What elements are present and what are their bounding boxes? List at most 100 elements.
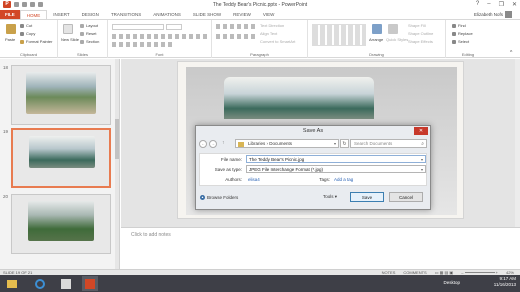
- save-type-value: JPEG File Interchange Format (*.jpg): [249, 167, 324, 172]
- clock-date: 11/16/2013: [493, 282, 516, 287]
- align-text-button[interactable]: Align Text: [260, 31, 277, 36]
- layout-button[interactable]: Layout: [80, 23, 98, 28]
- dialog-close-button[interactable]: ✕: [414, 127, 428, 135]
- tab-review[interactable]: REVIEW: [227, 10, 257, 19]
- collapse-ribbon-icon[interactable]: ^: [510, 50, 512, 56]
- save-button[interactable]: Save: [350, 192, 384, 202]
- authors-label: Authors:: [225, 177, 242, 182]
- slide-photo[interactable]: [224, 77, 374, 119]
- quick-styles-icon[interactable]: [388, 24, 398, 34]
- alignment-buttons[interactable]: [216, 34, 256, 39]
- tab-home[interactable]: HOME: [19, 10, 48, 19]
- refresh-icon[interactable]: ↻: [340, 139, 349, 148]
- font-format-buttons[interactable]: [112, 34, 208, 39]
- copy-icon: [20, 31, 24, 36]
- chevron-down-icon[interactable]: ▾: [421, 156, 423, 163]
- tab-animations[interactable]: ANIMATIONS: [147, 10, 187, 19]
- slides-group: New Slide Layout Reset Section Slides: [58, 20, 108, 58]
- find-button[interactable]: Find: [452, 23, 466, 28]
- replace-label: Replace: [458, 31, 473, 36]
- new-slide-icon[interactable]: [63, 24, 73, 34]
- section-icon: [80, 39, 84, 44]
- tags-field[interactable]: Add a tag: [334, 177, 353, 182]
- tools-dropdown[interactable]: Tools ▾: [323, 194, 337, 200]
- user-account[interactable]: Elizabeth Nofs: [474, 10, 512, 19]
- system-clock[interactable]: 9:17 AM 11/16/2013: [494, 276, 516, 288]
- paste-button[interactable]: Paste: [5, 37, 15, 42]
- section-button[interactable]: Section: [80, 39, 99, 44]
- tab-view[interactable]: VIEW: [257, 10, 281, 19]
- editing-group: Find Replace Select Editing: [446, 20, 490, 58]
- save-form: File name: The Teddy Bear's Picnic.jpg ▾…: [199, 153, 427, 186]
- file-name-field[interactable]: The Teddy Bear's Picnic.jpg ▾: [246, 155, 426, 163]
- chevron-down-icon[interactable]: ▾: [421, 166, 423, 173]
- clipboard-group-label: Clipboard: [19, 52, 38, 57]
- slide-thumbnail-18[interactable]: [11, 65, 111, 125]
- select-button[interactable]: Select: [452, 39, 469, 44]
- help-button[interactable]: ?: [476, 1, 479, 8]
- layout-label: Layout: [86, 23, 99, 28]
- ribbon-tabs: FILE HOME INSERT DESIGN TRANSITIONS ANIM…: [0, 10, 520, 19]
- tab-file[interactable]: FILE: [0, 10, 20, 19]
- browse-folders-toggle[interactable]: ▴ Browse Folders: [200, 195, 239, 201]
- forward-arrow-icon[interactable]: →: [209, 140, 217, 148]
- notes-pane[interactable]: Click to add notes: [121, 227, 520, 269]
- copy-button[interactable]: Copy: [20, 31, 35, 36]
- text-direction-button[interactable]: Text Direction: [260, 23, 284, 28]
- thumbnail-number: 20: [3, 194, 9, 199]
- scrollbar-thumb[interactable]: [115, 119, 119, 159]
- internet-explorer-icon[interactable]: [32, 276, 48, 291]
- convert-smartart-button[interactable]: Convert to SmartArt: [260, 39, 295, 44]
- search-input[interactable]: Search Documents ⌕: [350, 139, 427, 148]
- font-size-dropdown[interactable]: [166, 24, 182, 30]
- powerpoint-taskbar-icon[interactable]: [82, 276, 98, 291]
- shape-outline-button[interactable]: Shape Outline: [408, 31, 433, 36]
- quick-styles-button[interactable]: Quick Styles: [386, 37, 408, 42]
- clipboard-group: Paste Cut Copy Format Painter Clipboard: [0, 20, 58, 58]
- font-group-label: Font: [155, 52, 164, 57]
- minimize-button[interactable]: –: [487, 1, 490, 8]
- maximize-button[interactable]: ❐: [499, 1, 504, 8]
- reset-button[interactable]: Reset: [80, 31, 96, 36]
- notes-placeholder: Click to add notes: [131, 232, 171, 238]
- authors-value[interactable]: elisa4: [248, 177, 260, 182]
- slide-thumbnail-20[interactable]: [11, 194, 111, 254]
- tab-slide-show[interactable]: SLIDE SHOW: [187, 10, 227, 19]
- list-buttons[interactable]: [216, 24, 256, 29]
- ribbon: Paste Cut Copy Format Painter Clipboard …: [0, 19, 520, 58]
- app-taskbar-icon[interactable]: [58, 276, 74, 291]
- slide-scrollbar[interactable]: [515, 59, 520, 227]
- tab-transitions[interactable]: TRANSITIONS: [105, 10, 147, 19]
- save-type-select[interactable]: JPEG File Interchange Format (*.jpg) ▾: [246, 165, 426, 173]
- shape-fill-button[interactable]: Shape Fill: [408, 23, 426, 28]
- arrange-icon[interactable]: [372, 24, 382, 34]
- back-arrow-icon[interactable]: ←: [199, 140, 207, 148]
- tab-design[interactable]: DESIGN: [76, 10, 105, 19]
- cancel-button[interactable]: Cancel: [389, 192, 423, 202]
- shapes-gallery[interactable]: [312, 24, 366, 46]
- address-bar[interactable]: Libraries › Documents ▾: [235, 139, 339, 148]
- reset-label: Reset: [86, 31, 97, 36]
- close-window-button[interactable]: ✕: [512, 1, 517, 8]
- desktop-label[interactable]: Desktop: [443, 280, 460, 285]
- address-path: Libraries › Documents: [248, 141, 293, 146]
- new-slide-button[interactable]: New Slide: [61, 37, 79, 42]
- font-name-dropdown[interactable]: [112, 24, 164, 30]
- format-painter-button[interactable]: Format Painter: [20, 39, 52, 44]
- file-explorer-icon[interactable]: [4, 276, 20, 291]
- browse-folders-label: Browse Folders: [207, 195, 239, 200]
- thumbnails-scrollbar[interactable]: [115, 59, 119, 269]
- drawing-group: Arrange Quick Styles Shape Fill Shape Ou…: [308, 20, 446, 58]
- window-title: The Teddy Bear's Picnic.pptx - PowerPoin…: [212, 2, 308, 8]
- navigation-bar: ← → ↑ Libraries › Documents ▾ ↻ Search D…: [199, 139, 427, 149]
- tab-insert[interactable]: INSERT: [47, 10, 75, 19]
- shape-effects-button[interactable]: Shape Effects: [408, 39, 433, 44]
- replace-button[interactable]: Replace: [452, 31, 473, 36]
- up-arrow-icon[interactable]: ↑: [222, 140, 225, 146]
- slide-thumbnail-19[interactable]: [11, 128, 111, 188]
- arrange-button[interactable]: Arrange: [369, 37, 383, 42]
- font-effects-buttons[interactable]: [112, 42, 172, 47]
- paste-icon[interactable]: [6, 24, 16, 34]
- cut-button[interactable]: Cut: [20, 23, 32, 28]
- chevron-down-icon[interactable]: ▾: [334, 140, 336, 148]
